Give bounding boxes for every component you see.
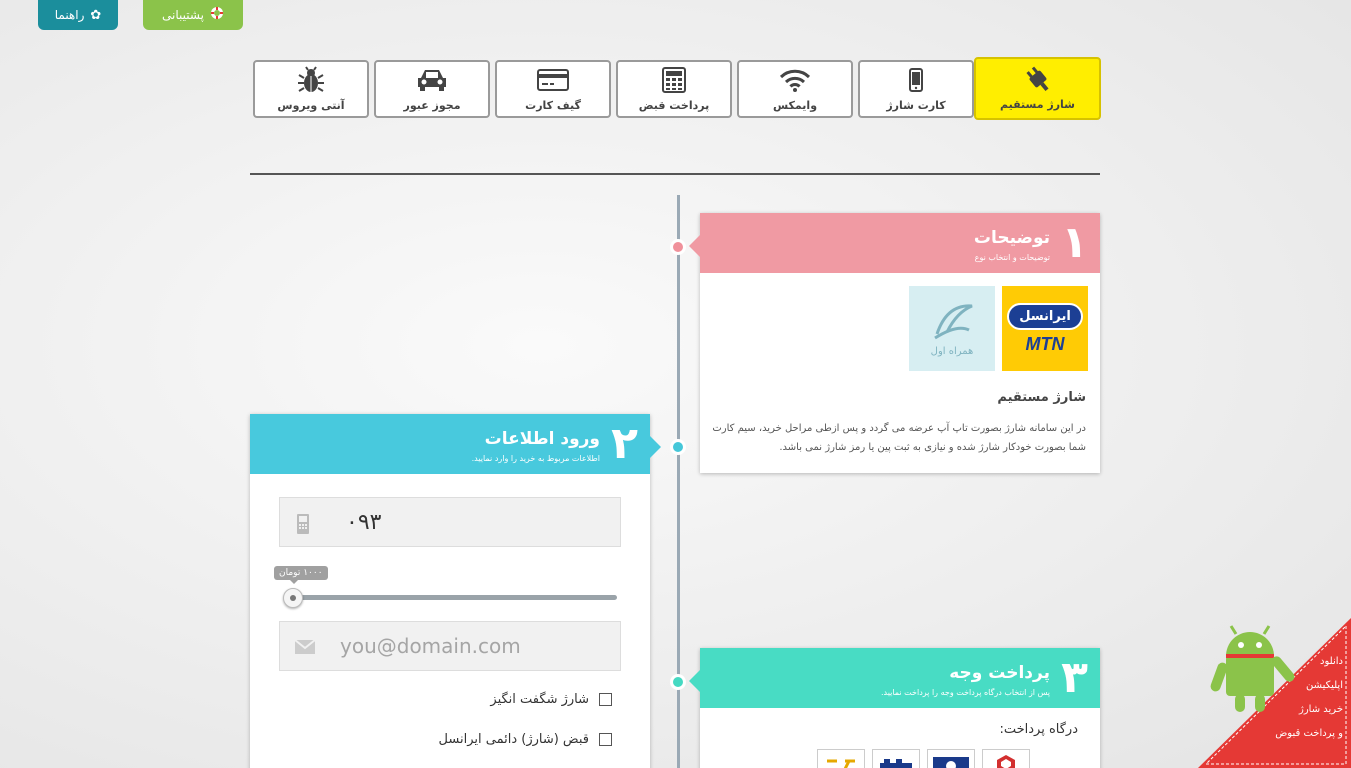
tab-wimax[interactable]: وایمکس xyxy=(737,60,853,118)
divider xyxy=(250,173,1100,175)
gateway-bank-2[interactable] xyxy=(927,749,975,768)
tab-label: گیف کارت xyxy=(525,98,581,112)
step3-card: ۳ پرداخت وجه پس از انتخاب درگاه پرداخت و… xyxy=(689,648,1100,768)
step1-card: ۱ توضیحات توضیحات و انتخاب نوع ایرانسل M… xyxy=(689,213,1100,473)
tab-label: پرداخت قبض xyxy=(638,98,710,112)
wifi-icon xyxy=(779,67,811,93)
step3-pointer xyxy=(689,670,700,692)
step2-header: ۲ ورود اطلاعات اطلاعات مربوط به خرید را … xyxy=(250,414,661,474)
tab-gift-card[interactable]: گیف کارت xyxy=(495,60,611,118)
description-text: در این سامانه شارژ بصورت تاپ آپ عرضه می … xyxy=(712,423,1086,453)
tab-label: آنتی ویروس xyxy=(277,98,345,112)
phone-number-value: ۰۹۳ xyxy=(346,510,382,535)
amazing-charge-label: شارژ شگفت انگیز xyxy=(490,692,589,707)
promo-line: خرید شارژ xyxy=(1299,704,1343,715)
mci-logo[interactable]: همراه اول xyxy=(909,286,995,371)
calculator-icon xyxy=(662,66,686,93)
promo-line: دانلود xyxy=(1320,656,1343,667)
phone-icon xyxy=(909,67,923,93)
amount-slider-track[interactable] xyxy=(286,595,617,600)
amazing-charge-checkbox-row[interactable]: شارژ شگفت انگیز xyxy=(490,692,612,707)
step1-header: ۱ توضیحات توضیحات و انتخاب نوع xyxy=(689,213,1100,273)
timeline-dot-step2 xyxy=(670,439,686,455)
email-input[interactable] xyxy=(340,632,600,660)
step-subtitle: اطلاعات مربوط به خرید را وارد نمایید. xyxy=(471,454,600,463)
tab-transit-permit[interactable]: مجوز عبور xyxy=(374,60,490,118)
tab-label: شارژ مستقیم xyxy=(1000,98,1075,111)
support-label: پشتیبانی xyxy=(162,8,204,22)
email-field[interactable] xyxy=(279,621,621,671)
app-download-text: دانلود اپلیکیشن خرید شارژ و پرداخت قبوض xyxy=(1233,650,1343,746)
tab-label: مجوز عبور xyxy=(403,98,461,112)
gateway-label: درگاه پرداخت: xyxy=(999,722,1078,737)
tab-label: وایمکس xyxy=(772,98,818,112)
timeline-dot-step1 xyxy=(670,239,686,255)
tab-label: کارت شارژ xyxy=(886,98,946,112)
step2-card: ۲ ورود اطلاعات اطلاعات مربوط به خرید را … xyxy=(250,414,661,768)
step-subtitle: توضیحات و انتخاب نوع xyxy=(974,253,1050,262)
guide-button[interactable]: ✿ راهنما xyxy=(38,0,118,30)
step-subtitle: پس از انتخاب درگاه پرداخت وجه را پرداخت … xyxy=(880,688,1050,697)
description-title: شارژ مستقیم xyxy=(997,390,1086,405)
permanent-bill-label: قبض (شارژ) دائمی ایرانسل xyxy=(438,732,589,747)
step-number: ۳ xyxy=(1061,652,1088,703)
step1-pointer xyxy=(689,235,700,257)
permanent-bill-checkbox[interactable] xyxy=(599,733,612,746)
bank-logo-icon xyxy=(827,759,855,768)
step-title: ورود اطلاعات xyxy=(484,429,600,449)
flower-icon: ✿ xyxy=(90,7,102,23)
plug-icon xyxy=(1021,66,1055,92)
step2-pointer xyxy=(650,436,661,458)
guide-label: راهنما xyxy=(54,8,85,22)
step-number: ۲ xyxy=(611,418,638,469)
step-title: پرداخت وجه xyxy=(949,663,1050,683)
step3-header: ۳ پرداخت وجه پس از انتخاب درگاه پرداخت و… xyxy=(689,648,1100,708)
phone-number-input[interactable]: ۰۹۳ xyxy=(279,497,621,547)
credit-card-icon xyxy=(537,67,569,93)
bank-logo-icon xyxy=(933,757,969,768)
car-icon xyxy=(415,67,449,93)
bug-icon xyxy=(297,65,325,93)
amount-tooltip: ۱۰۰۰ تومان xyxy=(274,566,328,584)
amazing-charge-checkbox[interactable] xyxy=(599,693,612,706)
step-number: ۱ xyxy=(1061,217,1088,268)
step-title: توضیحات xyxy=(973,228,1050,248)
lifebuoy-icon xyxy=(210,6,224,24)
permanent-bill-checkbox-row[interactable]: قبض (شارژ) دائمی ایرانسل xyxy=(439,732,612,747)
support-button[interactable]: پشتیبانی xyxy=(143,0,243,30)
tab-direct-charge[interactable]: شارژ مستقیم xyxy=(974,57,1101,120)
tab-charge-card[interactable]: کارت شارژ xyxy=(858,60,974,118)
mtn-logo-text: MTN xyxy=(1025,333,1065,354)
envelope-icon xyxy=(294,639,316,659)
mobile-icon xyxy=(296,513,310,539)
bank-logo-icon xyxy=(997,755,1015,768)
mci-emblem-icon: همراه اول xyxy=(931,303,974,357)
tab-antivirus[interactable]: آنتی ویروس xyxy=(253,60,369,118)
bank-logo-icon xyxy=(880,759,912,768)
promo-line: و پرداخت قبوض xyxy=(1275,728,1343,739)
irancell-logo[interactable]: ایرانسل MTN xyxy=(1002,286,1088,371)
promo-line: اپلیکیشن xyxy=(1306,680,1343,691)
svg-text:همراه اول: همراه اول xyxy=(931,346,974,357)
gateway-bank-4[interactable] xyxy=(817,749,865,768)
amount-slider-handle[interactable] xyxy=(283,588,303,608)
irancell-logo-text: ایرانسل xyxy=(1007,302,1083,330)
gateway-bank-3[interactable] xyxy=(872,749,920,768)
gateway-bank-1[interactable] xyxy=(982,749,1030,768)
timeline-dot-step3 xyxy=(670,674,686,690)
tab-bill-payment[interactable]: پرداخت قبض xyxy=(616,60,732,118)
